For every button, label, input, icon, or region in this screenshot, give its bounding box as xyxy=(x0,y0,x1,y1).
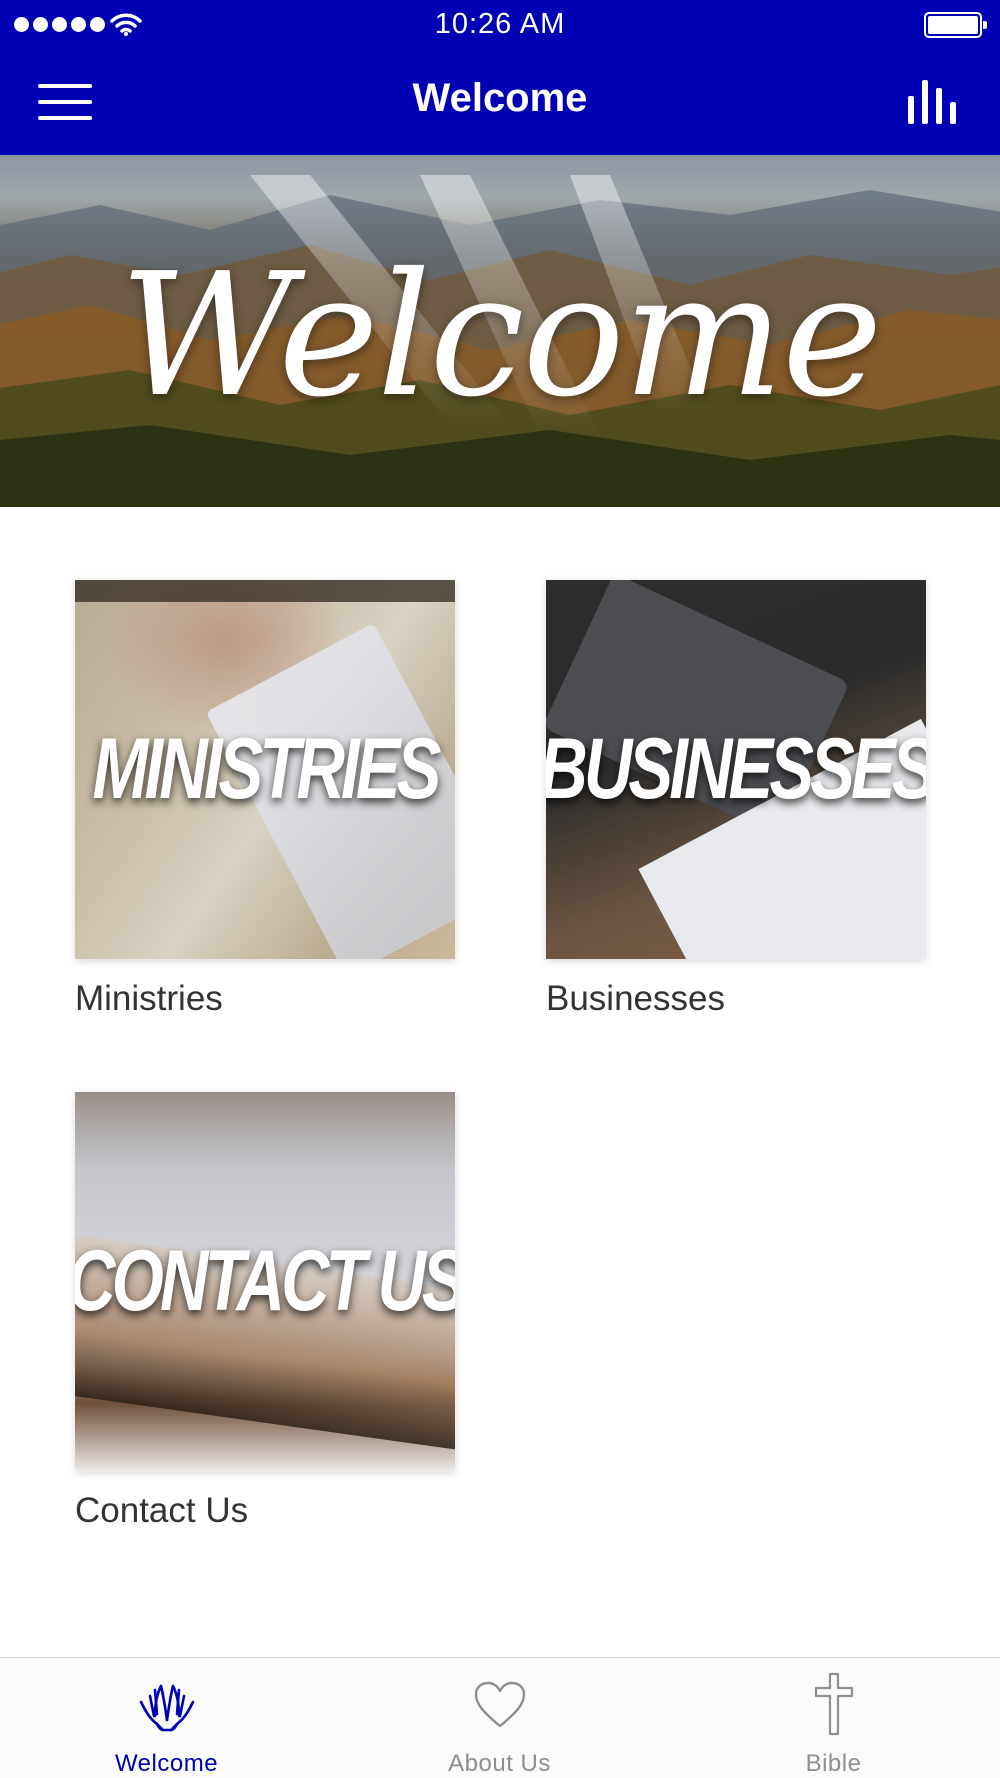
praying-hands-icon xyxy=(139,1684,194,1732)
tile-ministries[interactable]: MINISTRIES Ministries xyxy=(75,580,455,1019)
businesses-image: BUSINESSES xyxy=(546,580,926,959)
ministries-image: MINISTRIES xyxy=(75,580,455,959)
tab-welcome[interactable]: Welcome xyxy=(0,1658,333,1778)
nav-title: Welcome xyxy=(412,76,588,120)
tile-businesses[interactable]: BUSINESSES Businesses xyxy=(546,580,926,1019)
bar-chart-icon[interactable] xyxy=(904,80,964,124)
status-bar: 10:26 AM xyxy=(0,0,1000,50)
tab-bible[interactable]: Bible xyxy=(667,1658,1000,1778)
tile-contact-us[interactable]: CONTACT US Contact Us xyxy=(75,1092,455,1531)
top-bar: 10:26 AM Welcome xyxy=(0,0,1000,155)
hero-banner: Welcome xyxy=(0,155,1000,507)
tab-about-us[interactable]: About Us xyxy=(333,1658,666,1778)
tab-label-bible: Bible xyxy=(805,1750,862,1777)
tab-label-welcome: Welcome xyxy=(114,1750,219,1777)
battery-icon xyxy=(924,12,987,38)
contact-us-image: CONTACT US xyxy=(75,1092,455,1471)
tab-label-about-us: About Us xyxy=(448,1750,551,1777)
tab-bar: Welcome About Us Bible xyxy=(0,1657,1000,1778)
heart-icon xyxy=(474,1681,525,1728)
tile-label-businesses: Businesses xyxy=(546,979,725,1018)
tile-label-ministries: Ministries xyxy=(75,979,223,1018)
cross-icon xyxy=(814,1672,853,1736)
businesses-image-text: BUSINESSES xyxy=(546,721,926,817)
hero-welcome-text: Welcome xyxy=(119,237,882,435)
status-time: 10:26 AM xyxy=(434,8,566,40)
tile-label-contact-us: Contact Us xyxy=(75,1491,249,1530)
contact-us-image-text: CONTACT US xyxy=(75,1233,455,1329)
ministries-image-text: MINISTRIES xyxy=(92,721,442,817)
